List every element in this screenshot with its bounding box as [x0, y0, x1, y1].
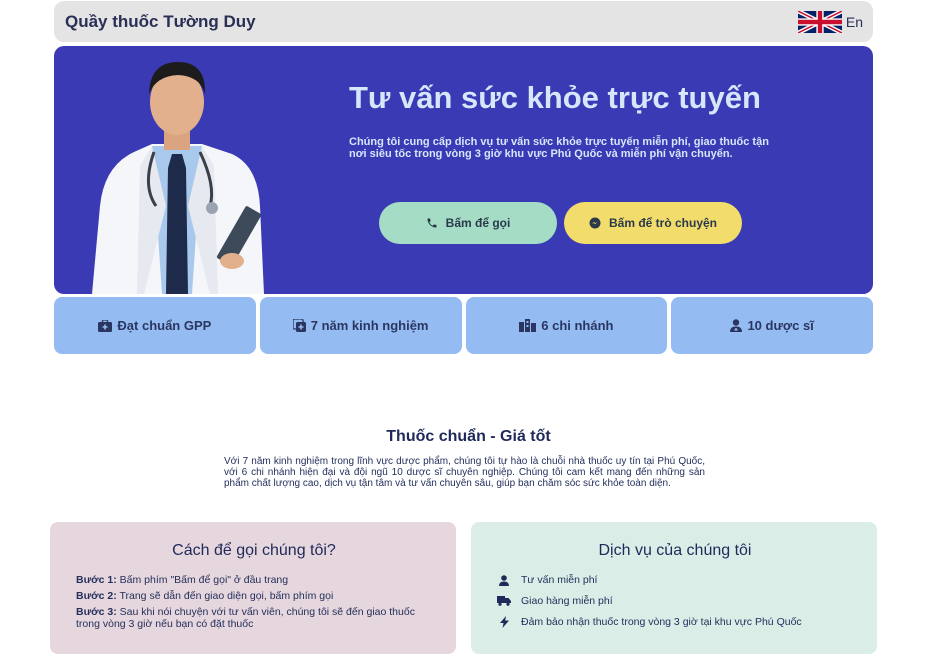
doctor-image	[92, 62, 264, 294]
hero-description: Chúng tôi cung cấp dịch vụ tư vấn sức kh…	[349, 136, 769, 160]
step-item: Bước 3: Sau khi nói chuyện với tư vấn vi…	[76, 606, 432, 630]
step-item: Bước 1: Bấm phím "Bấm để gọi" ở đầu tran…	[76, 574, 432, 586]
step-text: Sau khi nói chuyện với tư vấn viên, chún…	[76, 606, 415, 630]
service-text: Tư vấn miễn phí	[521, 574, 598, 586]
chat-button[interactable]: Bấm để trò chuyện	[564, 202, 742, 244]
service-text: Giao hàng miễn phí	[521, 595, 613, 607]
messenger-icon	[589, 217, 601, 229]
how-to-call-card: Cách để gọi chúng tôi? Bước 1: Bấm phím …	[50, 522, 456, 654]
top-navbar: Quầy thuốc Tường Duy En	[54, 1, 873, 42]
medkit-icon	[98, 319, 113, 332]
service-item: Giao hàng miễn phí	[497, 595, 853, 607]
stat-label: 6 chi nhánh	[541, 318, 614, 333]
stat-label: Đạt chuẩn GPP	[117, 318, 212, 333]
step-text: Trang sẽ dẫn đến giao diện gọi, bấm phím…	[119, 590, 334, 602]
about-text: Với 7 năm kinh nghiệm trong lĩnh vực dượ…	[224, 456, 705, 489]
language-label: En	[845, 13, 863, 30]
plus-copy-icon	[292, 319, 306, 332]
step-text: Bấm phím "Bấm để gọi" ở đầu trang	[119, 574, 289, 586]
stats-row: Đạt chuẩn GPP 7 năm kinh nghiệm 6 chi nh…	[54, 297, 873, 354]
stat-branches: 6 chi nhánh	[465, 297, 668, 354]
building-icon	[519, 319, 537, 332]
call-button[interactable]: Bấm để gọi	[379, 202, 557, 244]
hero-banner: Tư vấn sức khỏe trực tuyến Chúng tôi cun…	[54, 46, 873, 294]
uk-flag-icon	[797, 10, 842, 33]
stat-experience: 7 năm kinh nghiệm	[259, 297, 462, 354]
phone-icon	[427, 218, 437, 228]
stat-label: 7 năm kinh nghiệm	[310, 318, 429, 333]
stat-label: 10 dược sĩ	[747, 318, 814, 333]
step-label: Bước 2:	[76, 590, 117, 602]
truck-icon	[497, 596, 511, 606]
user-icon	[499, 574, 509, 586]
brand-name[interactable]: Quầy thuốc Tường Duy	[65, 12, 256, 32]
stat-pharmacists: 10 dược sĩ	[671, 297, 873, 354]
language-switcher[interactable]: En	[797, 10, 863, 33]
service-item: Đảm bảo nhận thuốc trong vòng 3 giờ tại …	[497, 616, 853, 628]
pharmacist-icon	[730, 319, 743, 332]
service-item: Tư vấn miễn phí	[497, 574, 853, 586]
step-label: Bước 3:	[76, 606, 117, 618]
step-label: Bước 1:	[76, 574, 117, 586]
call-button-label: Bấm để gọi	[445, 216, 511, 230]
services-title: Dịch vụ của chúng tôi	[598, 542, 752, 559]
hero-title: Tư vấn sức khỏe trực tuyến	[349, 80, 761, 115]
step-item: Bước 2: Trang sẽ dẫn đến giao diện gọi, …	[76, 590, 432, 602]
stat-gpp: Đạt chuẩn GPP	[54, 297, 256, 354]
services-card: Dịch vụ của chúng tôi Tư vấn miễn phí Gi…	[471, 522, 877, 654]
how-to-call-title: Cách để gọi chúng tôi?	[172, 542, 336, 559]
service-text: Đảm bảo nhận thuốc trong vòng 3 giờ tại …	[521, 616, 802, 628]
chat-button-label: Bấm để trò chuyện	[608, 216, 718, 230]
about-title: Thuốc chuẩn - Giá tốt	[386, 428, 551, 445]
bolt-icon	[499, 616, 509, 628]
